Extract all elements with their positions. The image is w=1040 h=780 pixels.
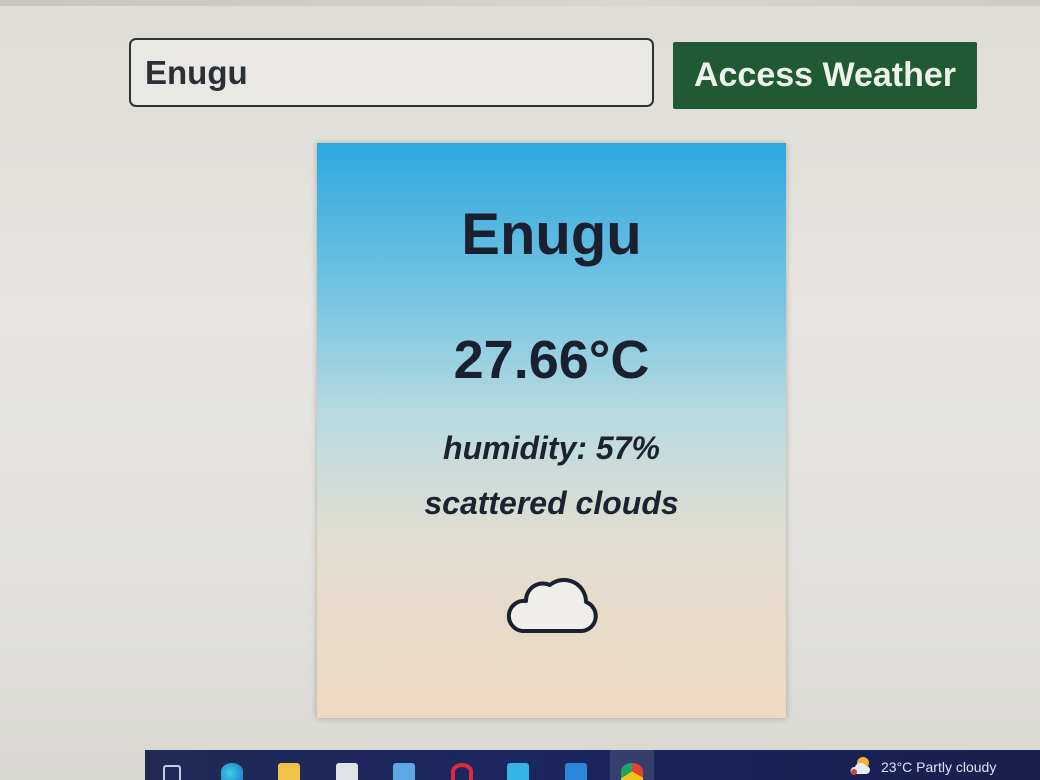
city-search-input[interactable]: [129, 38, 654, 107]
card-city-name: Enugu: [461, 202, 642, 267]
file-explorer-icon[interactable]: [278, 763, 300, 780]
opera-icon[interactable]: [451, 763, 473, 780]
vscode-icon[interactable]: [565, 763, 587, 780]
access-weather-button[interactable]: Access Weather: [673, 42, 977, 109]
mail-icon[interactable]: [393, 763, 415, 780]
taskbar-weather-condition: Partly cloudy: [916, 759, 997, 775]
card-description: scattered clouds: [424, 485, 679, 521]
card-humidity: humidity: 57%: [443, 430, 660, 466]
taskbar-weather-widget[interactable]: 23°C Partly cloudy: [881, 759, 996, 775]
taskbar-weather-temp: 23°C: [881, 759, 913, 775]
store-icon[interactable]: [336, 763, 358, 780]
photos-icon[interactable]: [507, 763, 529, 780]
edge-icon[interactable]: [221, 763, 243, 780]
card-temperature: 27.66°C: [453, 330, 650, 390]
cloud-icon: [506, 577, 598, 633]
task-view-icon[interactable]: [163, 765, 181, 780]
taskbar: 23°C Partly cloudy: [145, 750, 1040, 780]
weather-card: Enugu 27.66°C humidity: 57% scattered cl…: [317, 143, 786, 718]
chrome-icon[interactable]: [621, 763, 643, 780]
top-edge: [0, 0, 1040, 6]
partly-cloudy-icon[interactable]: [848, 756, 874, 776]
